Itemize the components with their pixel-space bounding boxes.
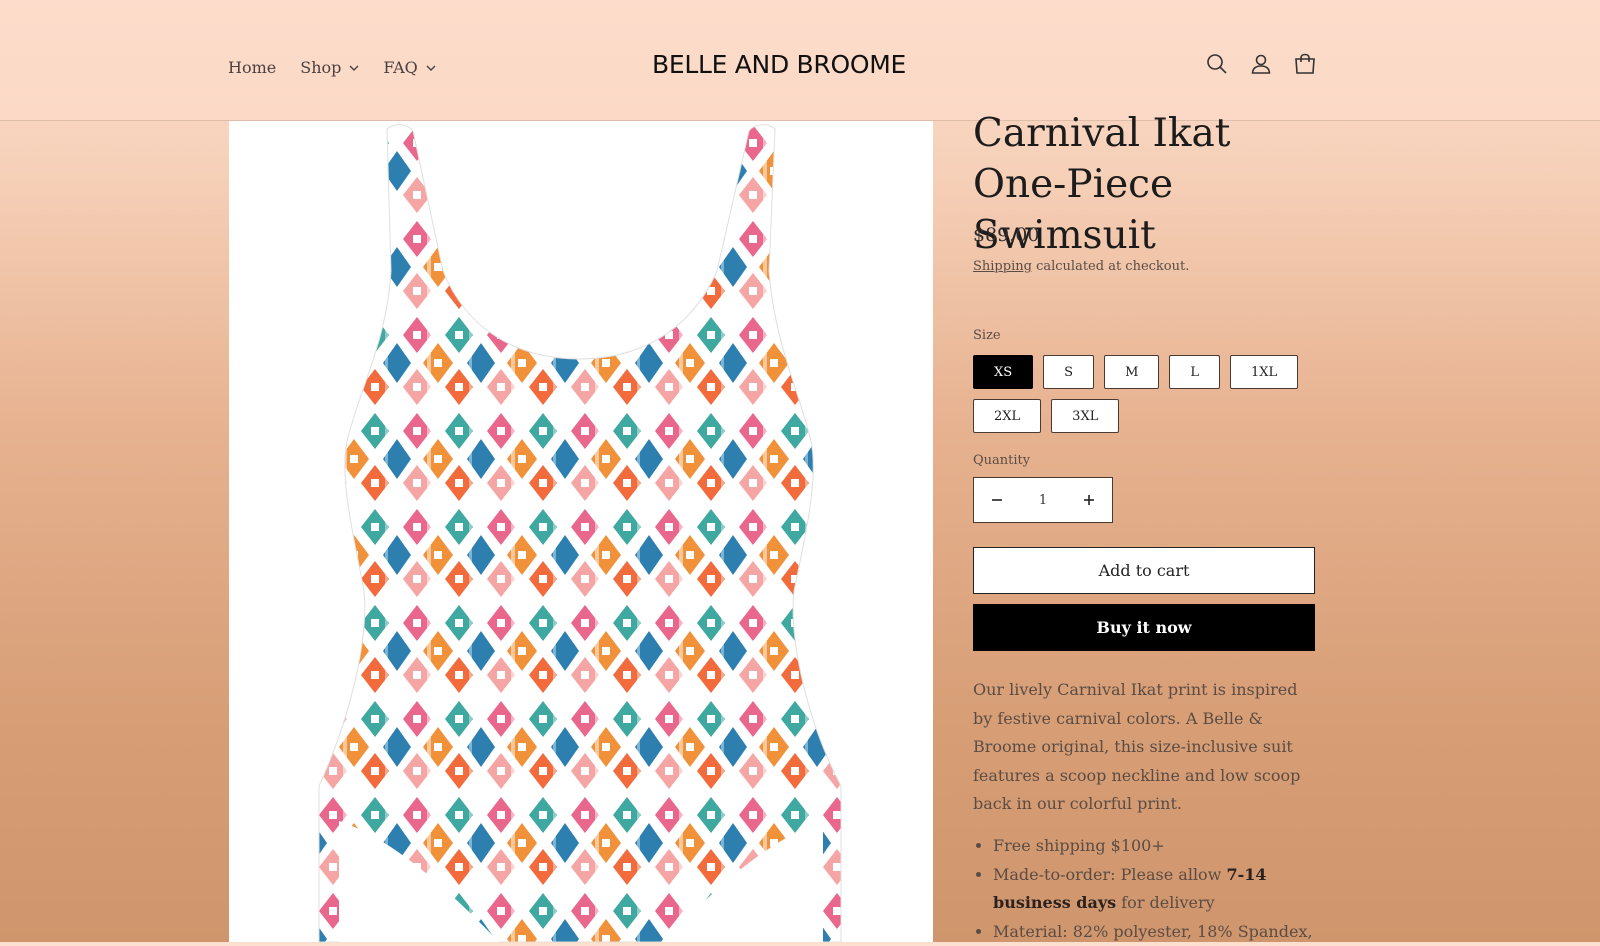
nav-shop[interactable]: Shop <box>300 58 359 77</box>
nav-home-label: Home <box>228 58 276 77</box>
header-icons <box>1205 52 1317 76</box>
size-option-m[interactable]: M <box>1104 355 1159 389</box>
chevron-down-icon <box>349 63 359 73</box>
buy-now-button[interactable]: Buy it now <box>973 604 1315 651</box>
shipping-note: Shipping calculated at checkout. <box>973 259 1189 274</box>
quantity-decrease-button[interactable] <box>974 478 1020 522</box>
quantity-increase-button[interactable] <box>1066 478 1112 522</box>
nav-shop-label: Shop <box>300 58 341 77</box>
site-header: Home Shop FAQ BELLE AND BROOME <box>0 0 1600 121</box>
shipping-link[interactable]: Shipping <box>973 259 1032 274</box>
detail-material: Material: 82% polyester, 18% Spandex, <box>993 922 1313 941</box>
minus-icon <box>991 494 1003 506</box>
quantity-label: Quantity <box>973 453 1030 468</box>
shipping-text: calculated at checkout. <box>1032 259 1189 274</box>
size-option-s[interactable]: S <box>1043 355 1094 389</box>
size-label: Size <box>973 328 1001 343</box>
chevron-down-icon <box>426 63 436 73</box>
size-option-l[interactable]: L <box>1169 355 1220 389</box>
add-to-cart-button[interactable]: Add to cart <box>973 547 1315 594</box>
swimsuit-illustration <box>229 121 933 942</box>
quantity-input[interactable]: 1 <box>1020 493 1066 508</box>
search-icon[interactable] <box>1205 52 1229 76</box>
product-details-list: Free shipping $100+ Made-to-order: Pleas… <box>973 832 1323 946</box>
detail-delivery-suffix: for delivery <box>1116 893 1215 912</box>
detail-item: Free shipping $100+ <box>993 832 1323 861</box>
product-description: Our lively Carnival Ikat print is inspir… <box>973 676 1313 819</box>
nav-faq[interactable]: FAQ <box>383 58 435 77</box>
size-selector: XS S M L 1XL 2XL 3XL <box>973 355 1323 433</box>
product-price: $89.00 <box>973 224 1039 246</box>
nav-home[interactable]: Home <box>228 58 276 77</box>
quantity-stepper: 1 <box>973 477 1113 523</box>
detail-free-shipping: Free shipping $100+ <box>993 836 1165 855</box>
size-option-2xl[interactable]: 2XL <box>973 399 1041 433</box>
account-icon[interactable] <box>1249 52 1273 76</box>
detail-made-to-order: Made-to-order: Please allow <box>993 865 1226 884</box>
plus-icon <box>1083 494 1095 506</box>
size-option-1xl[interactable]: 1XL <box>1230 355 1298 389</box>
store-logo[interactable]: BELLE AND BROOME <box>652 50 888 80</box>
nav-faq-label: FAQ <box>383 58 417 77</box>
product-image[interactable] <box>229 121 933 942</box>
detail-item: Made-to-order: Please allow 7-14 busines… <box>993 861 1323 918</box>
size-option-3xl[interactable]: 3XL <box>1051 399 1119 433</box>
cart-icon[interactable] <box>1293 52 1317 76</box>
size-option-xs[interactable]: XS <box>973 355 1033 389</box>
main-nav: Home Shop FAQ <box>228 58 460 77</box>
